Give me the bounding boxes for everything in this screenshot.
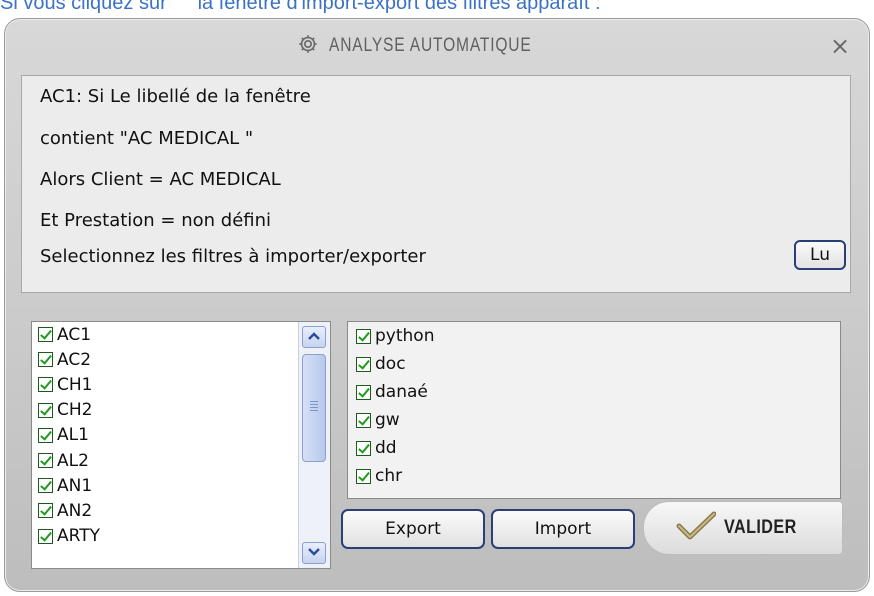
- info-line-prestation: Et Prestation = non défini: [40, 210, 272, 231]
- checkbox-ch2[interactable]: [38, 402, 53, 418]
- item-label: CH2: [57, 400, 93, 421]
- chevron-up-icon: [308, 332, 320, 340]
- document-caption: Si vous cliquez sur " " la fenêtre d'imp…: [0, 0, 601, 14]
- title-bar: ANALYSE AUTOMATIQUE ×: [5, 19, 869, 75]
- filters-list-left[interactable]: AC1 AC2 CH1 CH2 AL1 AL2 AN1 AN2 ARTY: [31, 321, 331, 569]
- export-button[interactable]: Export: [341, 509, 485, 549]
- rule-info-panel: AC1: Si Le libellé de la fenêtre contien…: [21, 75, 851, 293]
- checkbox-danae[interactable]: [356, 384, 371, 400]
- gear-icon: [297, 33, 319, 59]
- checkbox-dd[interactable]: [356, 440, 371, 456]
- checkmark-icon: [676, 511, 717, 545]
- checkbox-an2[interactable]: [38, 503, 53, 519]
- list-item-an2[interactable]: AN2: [32, 498, 330, 523]
- checkbox-doc[interactable]: [356, 356, 371, 372]
- checkbox-arty[interactable]: [38, 528, 53, 544]
- import-button[interactable]: Import: [491, 509, 635, 549]
- checkbox-gw[interactable]: [356, 412, 371, 428]
- list-item-ch1[interactable]: CH1: [32, 372, 330, 397]
- checkbox-ch1[interactable]: [38, 377, 53, 393]
- dialog-title: ANALYSE AUTOMATIQUE: [329, 35, 533, 56]
- checkbox-chr[interactable]: [356, 468, 371, 484]
- list-item-doc[interactable]: doc: [348, 350, 840, 378]
- item-label: AC1: [57, 324, 92, 345]
- checkbox-ac2[interactable]: [38, 352, 53, 368]
- item-label: CH1: [57, 374, 93, 395]
- scroll-thumb[interactable]: [302, 354, 326, 462]
- checkbox-an1[interactable]: [38, 478, 53, 494]
- checkbox-al2[interactable]: [38, 453, 53, 469]
- item-label: AC2: [57, 349, 92, 370]
- list-item-ac1[interactable]: AC1: [32, 322, 330, 347]
- scroll-down-button[interactable]: [302, 542, 326, 564]
- info-line-condition: contient "AC MEDICAL ": [40, 128, 254, 149]
- list-item-arty[interactable]: ARTY: [32, 524, 330, 549]
- lu-button[interactable]: Lu: [794, 240, 846, 270]
- list-item-ac2[interactable]: AC2: [32, 347, 330, 372]
- checkbox-ac1[interactable]: [38, 327, 53, 343]
- scroll-up-button[interactable]: [302, 326, 326, 348]
- item-label: AN1: [57, 475, 93, 496]
- list-item-dd[interactable]: dd: [348, 434, 840, 462]
- info-line-instruction: Selectionnez les filtres à importer/expo…: [40, 246, 426, 267]
- vertical-scrollbar[interactable]: [298, 322, 330, 568]
- checkbox-al1[interactable]: [38, 427, 53, 443]
- list-item-an1[interactable]: AN1: [32, 473, 330, 498]
- item-label: danaé: [375, 382, 428, 402]
- item-label: AL2: [57, 450, 89, 471]
- list-item-ch2[interactable]: CH2: [32, 398, 330, 423]
- info-line-rule: AC1: Si Le libellé de la fenêtre: [40, 86, 311, 107]
- list-item-al1[interactable]: AL1: [32, 423, 330, 448]
- item-label: python: [375, 326, 435, 346]
- filters-list-right[interactable]: python doc danaé gw dd chr: [347, 321, 841, 499]
- item-label: doc: [375, 354, 406, 374]
- item-label: ARTY: [57, 526, 100, 547]
- close-icon: ×: [829, 32, 851, 60]
- chevron-down-icon: [308, 548, 320, 556]
- list-item-al2[interactable]: AL2: [32, 448, 330, 473]
- grip-icon: [310, 401, 318, 413]
- list-item-gw[interactable]: gw: [348, 406, 840, 434]
- list-item-chr[interactable]: chr: [348, 462, 840, 490]
- item-label: AL1: [57, 425, 89, 446]
- title-group: ANALYSE AUTOMATIQUE: [5, 31, 869, 61]
- list-item-danae[interactable]: danaé: [348, 378, 840, 406]
- item-label: chr: [375, 466, 403, 486]
- item-label: gw: [375, 410, 400, 430]
- valider-label: VALIDER: [724, 517, 797, 538]
- close-button[interactable]: ×: [827, 33, 853, 59]
- checkbox-python[interactable]: [356, 328, 371, 344]
- valider-button[interactable]: VALIDER: [643, 501, 843, 555]
- list-item-python[interactable]: python: [348, 322, 840, 350]
- item-label: AN2: [57, 500, 93, 521]
- info-line-client: Alors Client = AC MEDICAL: [40, 169, 281, 190]
- item-label: dd: [375, 438, 397, 458]
- analyse-automatique-dialog: ANALYSE AUTOMATIQUE × AC1: Si Le libellé…: [4, 18, 870, 592]
